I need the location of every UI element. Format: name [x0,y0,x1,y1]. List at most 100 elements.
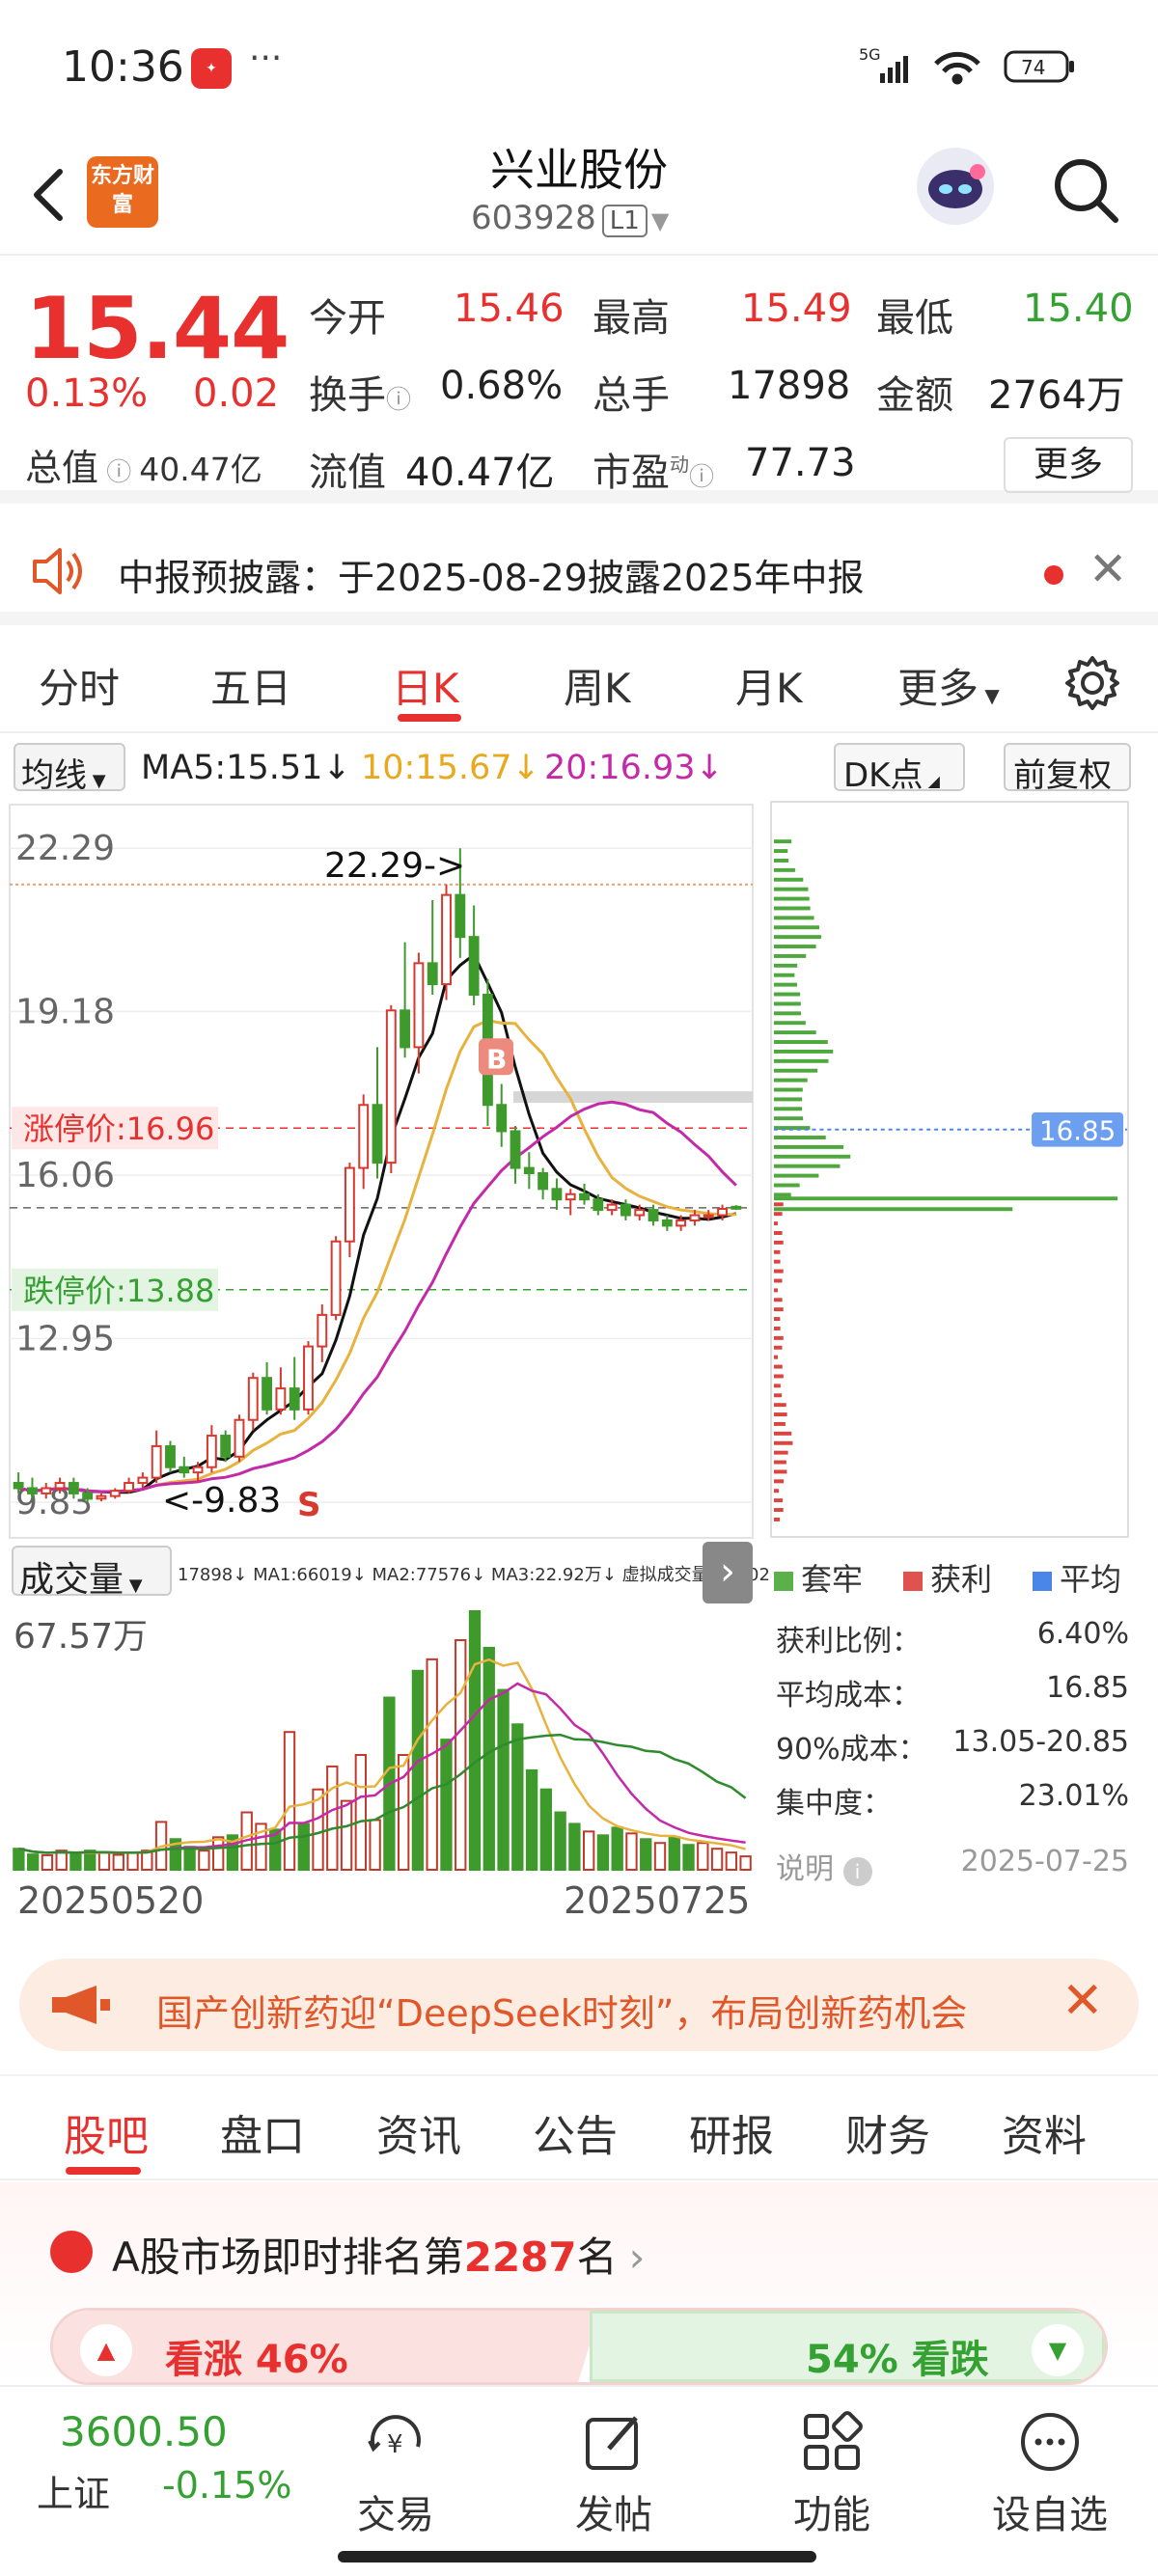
bullish-percent: 看涨 46% [165,2338,348,2382]
notice-bar[interactable]: 中报预披露：于2025-08-29披露2025年中报 ✕ [0,517,1158,625]
search-icon[interactable] [1048,152,1123,228]
ai-assistant-icon[interactable] [912,143,999,230]
status-time: 10:36 [62,42,184,92]
pe-label: 市盈动ⓘ [593,451,715,495]
chip-bar-trapped [773,1058,829,1063]
expand-chevron-icon[interactable]: › [703,1542,753,1603]
candle-body [455,893,466,939]
candle-body [289,1387,300,1411]
chip-bar-trapped [773,1192,791,1197]
low-label: 最低 [876,296,953,341]
rank-text[interactable]: A股市场即时排名第2287名 › [112,2225,645,2284]
date-axis: 20250520 20250725 [0,1879,762,1928]
info-icon: i [842,1857,872,1886]
tab-weekly-k[interactable]: 周K [564,656,631,715]
tab-monthly-k[interactable]: 月K [735,656,803,715]
chip-bar-trapped [773,973,795,977]
chip-note[interactable]: 说明 i 2025-07-25 [776,1845,1129,1886]
chip-stats: 获利比例： 6.40% 平均成本： 16.85 90%成本： 13.05-20.85 … [776,1617,1133,1926]
chip-bar-profit [773,1374,784,1379]
tab-news[interactable]: 资讯 [376,2101,461,2163]
close-icon[interactable]: ✕ [1062,1972,1104,2030]
candle-body [565,1192,576,1201]
sentiment-vote: ▲ 看涨 46% 54% 看跌 ▼ [50,2308,1108,2385]
chip-bar-profit [773,1384,781,1388]
forward-adjust-button[interactable]: 前复权 [1004,743,1131,795]
tab-intraday[interactable]: 分时 [39,656,120,715]
ma-selector[interactable]: 均线 ▼ [14,743,125,795]
arrow-up-icon[interactable]: ▲ [80,2324,132,2376]
candle-body [54,1482,66,1490]
chip-bar-profit [773,1403,786,1408]
candle-body [206,1435,217,1468]
tab-profile[interactable]: 资料 [1002,2101,1087,2163]
candle-body [593,1198,604,1212]
chip-bar-profit [773,1326,781,1330]
tab-more[interactable]: 更多 ▼ [897,656,1000,715]
amount-label: 金额 [876,373,953,418]
tab-research[interactable]: 研报 [689,2101,774,2163]
volume-ma-info: 17898↓ MA1:66019↓ MA2:77576↓ MA3:22.92万↓… [178,1565,770,1585]
notification-app-icon: ✦ [191,48,232,89]
chip-bar-profit [773,1498,784,1503]
stock-code-row[interactable]: 603928 L1 ▼ [471,199,669,237]
chip-distribution-chart[interactable]: 16.85 [770,801,1129,1538]
tab-daily-k[interactable]: 日K [392,656,459,715]
chip-bar-profit [773,1412,787,1417]
add-watchlist-button[interactable]: 设自选 [982,2402,1117,2547]
ma-indicator-row: 均线 ▼ MA5:15.51↓ 10:15.67↓ 20:16.93↓ DK点 … [0,739,1158,797]
index-change[interactable]: -0.15% [162,2464,291,2507]
chip-bar-trapped [773,858,789,863]
functions-button[interactable]: 功能 [764,2402,899,2547]
trade-button[interactable]: ¥ 交易 [328,2402,463,2547]
info-icon[interactable]: ⓘ [98,458,131,487]
volume-bar [725,1851,738,1872]
chip-bar-profit [773,1335,784,1340]
candle-body [661,1219,673,1227]
change-percent: 0.13% [25,371,149,416]
chip-bar-trapped [773,992,801,997]
tab-forum[interactable]: 股吧 [64,2101,149,2163]
promo-banner[interactable]: 国产创新药迎“DeepSeek时刻”，布局创新药机会 ✕ [19,1959,1139,2051]
bottom-toolbar: 3600.50 上证 -0.15% ¥ 交易 发帖 功能 设自选 [0,2385,1158,2576]
tab-financials[interactable]: 财务 [845,2101,930,2163]
chip-bar-trapped [773,982,797,987]
info-icon[interactable]: ⓘ [386,386,411,415]
index-name[interactable]: 上证 [37,2464,110,2517]
candle-body [551,1188,563,1201]
candle-body [27,1487,38,1494]
chip-bar-trapped [773,945,816,949]
volume-selector[interactable]: 成交量 ▼ [12,1546,172,1600]
arrow-down-icon[interactable]: ▼ [1032,2324,1084,2376]
gear-icon[interactable] [1062,652,1123,714]
info-icon[interactable]: ⓘ [689,463,714,492]
volume-bar [183,1846,196,1871]
chip-bar-trapped [773,953,807,958]
volume-chart[interactable]: 67.57万 [0,1602,762,1872]
volume-bar [13,1848,25,1871]
post-button[interactable]: 发帖 [546,2402,681,2547]
volume-bar [554,1811,566,1872]
candlestick-chart[interactable]: 22.2919.1816.0612.959.83 22.29-><-9.83涨停… [0,797,762,1542]
speaker-icon [33,548,82,594]
open-value: 15.46 [454,287,565,331]
index-value[interactable]: 3600.50 [60,2408,228,2455]
more-quote-button[interactable]: 更多 [1004,437,1133,493]
end-date: 20250725 [564,1879,751,1922]
chip-bar-trapped [773,867,795,872]
tab-announcements[interactable]: 公告 [533,2101,618,2163]
volume-bar [697,1842,709,1872]
dk-point-button[interactable]: DK点 ◢ [834,743,965,795]
tab-order-book[interactable]: 盘口 [220,2101,305,2163]
volume-bar [69,1852,82,1871]
volume-bar [455,1639,467,1871]
candle-body [68,1482,79,1494]
volume-bar [198,1850,210,1871]
tab-five-day[interactable]: 五日 [210,656,291,715]
chip-bar-trapped [773,896,810,901]
close-icon[interactable]: ✕ [1089,542,1127,596]
status-indicators: 5G 74 [859,42,1100,91]
candle-body [620,1203,631,1217]
chevron-down-icon: ▼ [650,207,670,234]
open-label: 今开 [309,296,386,341]
